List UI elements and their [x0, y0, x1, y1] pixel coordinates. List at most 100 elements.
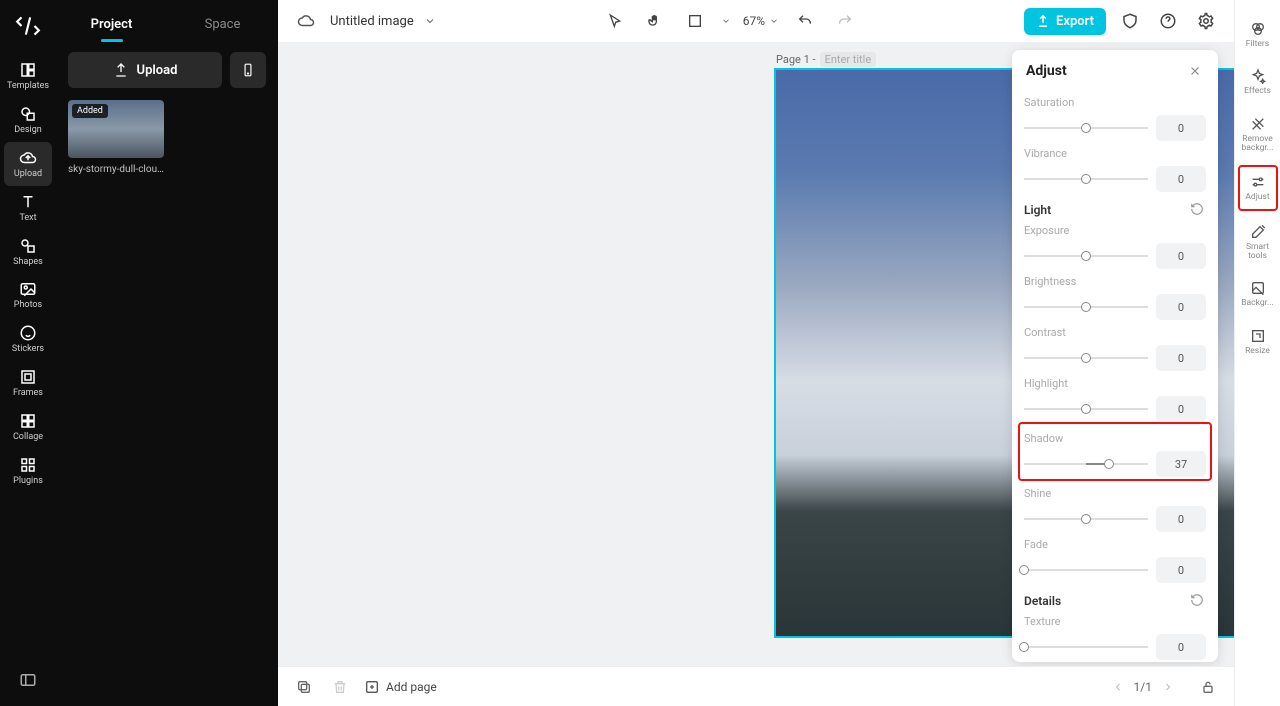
tool-label: Backgr...	[1241, 299, 1273, 308]
select-tool-icon[interactable]	[601, 7, 629, 35]
slider-fade[interactable]	[1024, 563, 1148, 577]
hand-tool-icon[interactable]	[641, 7, 669, 35]
rail-collapse-icon[interactable]	[4, 660, 52, 700]
slider-saturation[interactable]	[1024, 121, 1148, 135]
rail-item-collage[interactable]: Collage	[4, 405, 52, 449]
filters-icon	[1249, 20, 1267, 38]
value-texture[interactable]: 0	[1156, 634, 1206, 660]
shapes-icon	[18, 236, 38, 256]
duplicate-page-icon[interactable]	[292, 675, 316, 699]
tab-project[interactable]: Project	[56, 17, 167, 42]
value-contrast[interactable]: 0	[1156, 345, 1206, 371]
value-fade[interactable]: 0	[1156, 557, 1206, 583]
chevron-down-icon	[769, 16, 779, 26]
export-button-label: Export	[1056, 14, 1094, 29]
shield-icon[interactable]	[1116, 7, 1144, 35]
reset-icon[interactable]	[1190, 202, 1206, 218]
adjust-field-shadow: Shadow 37	[1018, 422, 1212, 481]
plugins-icon	[18, 455, 38, 475]
value-shine[interactable]: 0	[1156, 506, 1206, 532]
value-exposure[interactable]: 0	[1156, 243, 1206, 269]
zoom-level[interactable]: 67%	[743, 14, 779, 28]
upload-icon	[18, 148, 38, 168]
reset-icon[interactable]	[1190, 593, 1206, 609]
help-icon[interactable]	[1154, 7, 1182, 35]
redo-icon[interactable]	[831, 7, 859, 35]
tab-space[interactable]: Space	[167, 17, 278, 42]
rail-item-upload[interactable]: Upload	[4, 142, 52, 186]
collage-icon	[18, 411, 38, 431]
settings-icon[interactable]	[1192, 7, 1220, 35]
slider-shadow[interactable]	[1024, 457, 1148, 471]
chevron-down-icon[interactable]	[424, 15, 436, 27]
rail-item-plugins[interactable]: Plugins	[4, 449, 52, 493]
slider-brightness[interactable]	[1024, 300, 1148, 314]
slider-exposure[interactable]	[1024, 249, 1148, 263]
next-page-icon[interactable]	[1162, 681, 1174, 693]
close-icon[interactable]	[1186, 62, 1204, 80]
value-brightness[interactable]: 0	[1156, 294, 1206, 320]
add-page-button[interactable]: Add page	[364, 679, 437, 695]
rail-item-shapes[interactable]: Shapes	[4, 230, 52, 274]
field-label: Fade	[1024, 538, 1206, 551]
section-light: Light	[1024, 202, 1206, 218]
field-label: Saturation	[1024, 96, 1206, 109]
bottombar: Add page 1/1	[278, 666, 1234, 706]
app-logo[interactable]	[8, 6, 48, 46]
rail-item-frames[interactable]: Frames	[4, 361, 52, 405]
tool-adjust[interactable]: Adjust	[1238, 165, 1278, 210]
slider-texture[interactable]	[1024, 640, 1148, 654]
value-shadow[interactable]: 37	[1156, 451, 1206, 477]
rail-item-templates[interactable]: Templates	[4, 54, 52, 98]
slider-shine[interactable]	[1024, 512, 1148, 526]
rail-item-text[interactable]: Text	[4, 186, 52, 230]
text-icon	[18, 192, 38, 212]
effects-icon	[1249, 67, 1267, 85]
photos-icon	[18, 279, 38, 299]
slider-highlight[interactable]	[1024, 402, 1148, 416]
field-label: Vibrance	[1024, 147, 1206, 160]
rail-item-photos[interactable]: Photos	[4, 273, 52, 317]
upload-button[interactable]: Upload	[68, 52, 222, 88]
rail-item-label: Plugins	[13, 477, 43, 487]
rail-item-label: Upload	[14, 170, 42, 180]
tool-label: Smart tools	[1238, 243, 1278, 262]
adjust-panel-title: Adjust	[1026, 63, 1067, 79]
canvas-area[interactable]: Page 1 - Enter title Adjust Saturation0V…	[278, 42, 1234, 666]
value-saturation[interactable]: 0	[1156, 115, 1206, 141]
tool-resize[interactable]: Resize	[1238, 321, 1278, 362]
tool-smarttools[interactable]: Smart tools	[1238, 217, 1278, 268]
adjust-field-vibrance: Vibrance 0	[1024, 147, 1206, 192]
undo-icon[interactable]	[791, 7, 819, 35]
rail-item-stickers[interactable]: Stickers	[4, 317, 52, 361]
upload-from-phone-button[interactable]	[230, 52, 266, 88]
asset-item[interactable]: Added sky-stormy-dull-clou...	[68, 100, 164, 175]
rail-item-label: Photos	[14, 301, 42, 311]
value-highlight[interactable]: 0	[1156, 396, 1206, 422]
adjust-field-fade: Fade 0	[1024, 538, 1206, 583]
tool-effects[interactable]: Effects	[1238, 61, 1278, 102]
cloud-sync-icon[interactable]	[292, 7, 320, 35]
rail-item-design[interactable]: Design	[4, 98, 52, 142]
frames-icon	[18, 367, 38, 387]
tool-removebg[interactable]: Remove backgr...	[1238, 109, 1278, 160]
rail-item-label: Frames	[13, 389, 43, 399]
slider-contrast[interactable]	[1024, 351, 1148, 365]
field-label: Shine	[1024, 487, 1206, 500]
value-vibrance[interactable]: 0	[1156, 166, 1206, 192]
slider-vibrance[interactable]	[1024, 172, 1148, 186]
field-label: Shadow	[1024, 432, 1206, 445]
page-title-input[interactable]: Enter title	[820, 52, 877, 67]
document-title[interactable]: Untitled image	[330, 14, 414, 29]
crop-tool-icon[interactable]	[681, 7, 709, 35]
tool-label: Effects	[1244, 87, 1271, 96]
tool-backgr[interactable]: Backgr...	[1238, 273, 1278, 314]
page-number: Page 1 -	[776, 53, 816, 66]
chevron-down-icon[interactable]	[721, 16, 731, 26]
asset-thumbnail[interactable]: Added	[68, 100, 164, 158]
adjust-field-saturation: Saturation 0	[1024, 96, 1206, 141]
lock-icon[interactable]	[1196, 675, 1220, 699]
tool-filters[interactable]: Filters	[1238, 14, 1278, 55]
prev-page-icon[interactable]	[1112, 681, 1124, 693]
export-button[interactable]: Export	[1024, 8, 1106, 35]
